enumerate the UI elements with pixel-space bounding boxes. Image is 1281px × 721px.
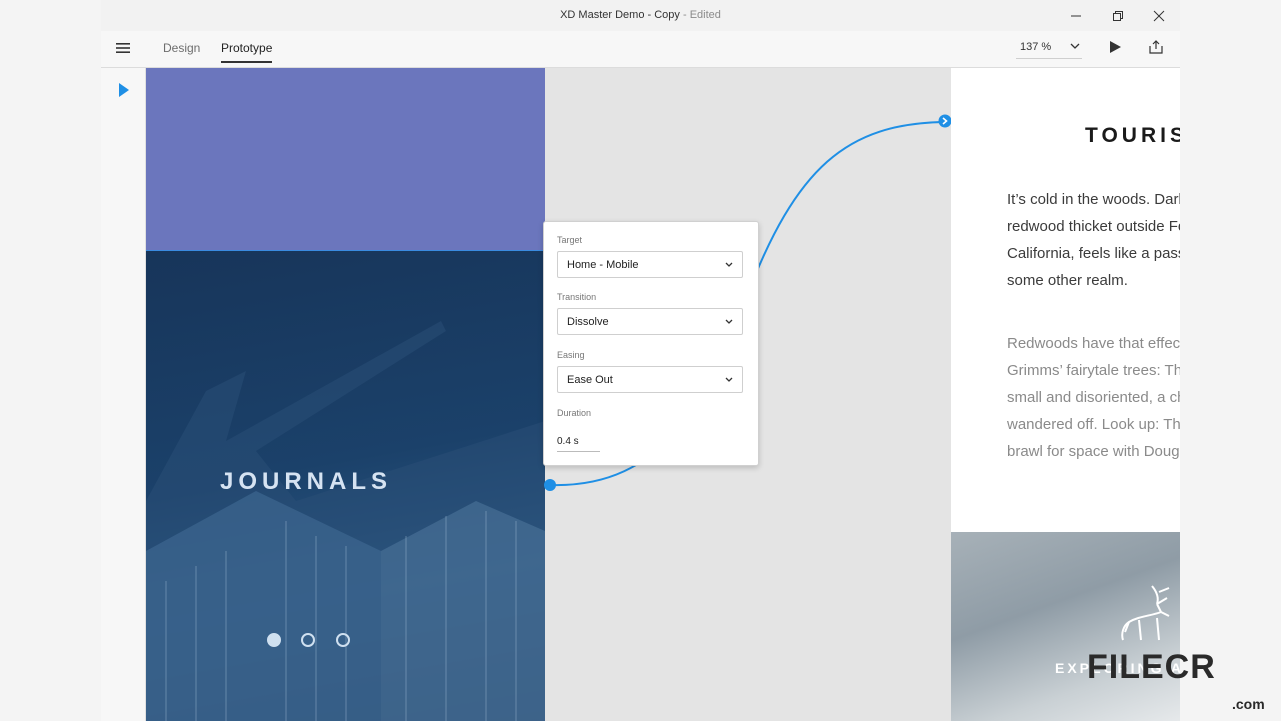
title-bar: XD Master Demo - Copy - Edited [101,0,1180,31]
transition-value: Dissolve [567,316,609,328]
transition-label: Transition [557,292,597,302]
alaska-banner[interactable]: EXPLORING ALASKA [951,532,1180,721]
easing-value: Ease Out [567,374,613,386]
zoom-level[interactable]: 137 % [1020,41,1051,53]
deer-logo-icon [1121,585,1170,641]
journals-heading: JOURNALS [219,468,392,495]
chevron-down-icon [725,262,733,267]
secondary-paragraph: Redwoods have that effect. They’re Grimm… [1007,335,1180,460]
watermark-logo: FILECR [1087,648,1216,686]
edited-status: Edited [689,9,721,21]
prototype-interaction-popover: Target Home - Mobile Transition Dissolve… [543,221,759,466]
purple-header-block[interactable] [146,68,545,250]
zoom-field-underline [1016,58,1082,59]
select-tool-icon[interactable] [118,82,130,98]
app-toolbar: Design Prototype 137 % [101,31,1180,68]
body-paragraph: It’s cold in the woods. Dark, too. This … [1007,191,1180,289]
pagination-dot-active[interactable] [267,633,281,647]
restore-icon [1113,10,1123,21]
watermark-suffix: .com [1232,696,1265,712]
tab-prototype[interactable]: Prototype [221,41,273,63]
menu-icon[interactable] [115,40,131,56]
easing-select[interactable]: Ease Out [557,366,743,393]
duration-input[interactable]: 0.4 s [557,436,579,447]
chevron-down-icon[interactable] [1069,40,1081,52]
app-window: XD Master Demo - Copy - Edited Design Pr… [101,0,1180,721]
tourism-heading: TOURISM [1085,124,1180,147]
chevron-down-icon [725,377,733,382]
close-window-button[interactable] [1139,0,1179,31]
artboard-tourism[interactable]: TOURISM It’s cold in the woods. Dark, to… [951,68,1180,721]
easing-label: Easing [557,350,585,360]
restore-button[interactable] [1098,0,1138,31]
pagination-dot[interactable] [301,633,315,647]
duration-label: Duration [557,408,592,418]
window-title: XD Master Demo - Copy - Edited [101,9,1180,21]
transition-select[interactable]: Dissolve [557,308,743,335]
pagination-dot[interactable] [336,633,350,647]
target-select[interactable]: Home - Mobile [557,251,743,278]
chevron-down-icon [725,319,733,324]
target-label: Target [557,235,583,245]
document-name: XD Master Demo - Copy [560,9,680,21]
close-icon [1153,10,1165,21]
tab-design[interactable]: Design [163,41,200,55]
artboard-journals[interactable]: JOURNALS [146,68,545,721]
play-icon[interactable] [1108,40,1122,54]
title-separator: - [679,9,690,21]
target-value: Home - Mobile [567,259,639,271]
wire-handle[interactable] [544,479,556,491]
tool-rail [101,68,146,721]
duration-underline [557,451,600,452]
minimize-button[interactable] [1056,0,1096,31]
minimize-icon [1071,15,1081,16]
wire-target-arrow-icon[interactable] [938,114,952,128]
share-icon[interactable] [1148,39,1164,55]
